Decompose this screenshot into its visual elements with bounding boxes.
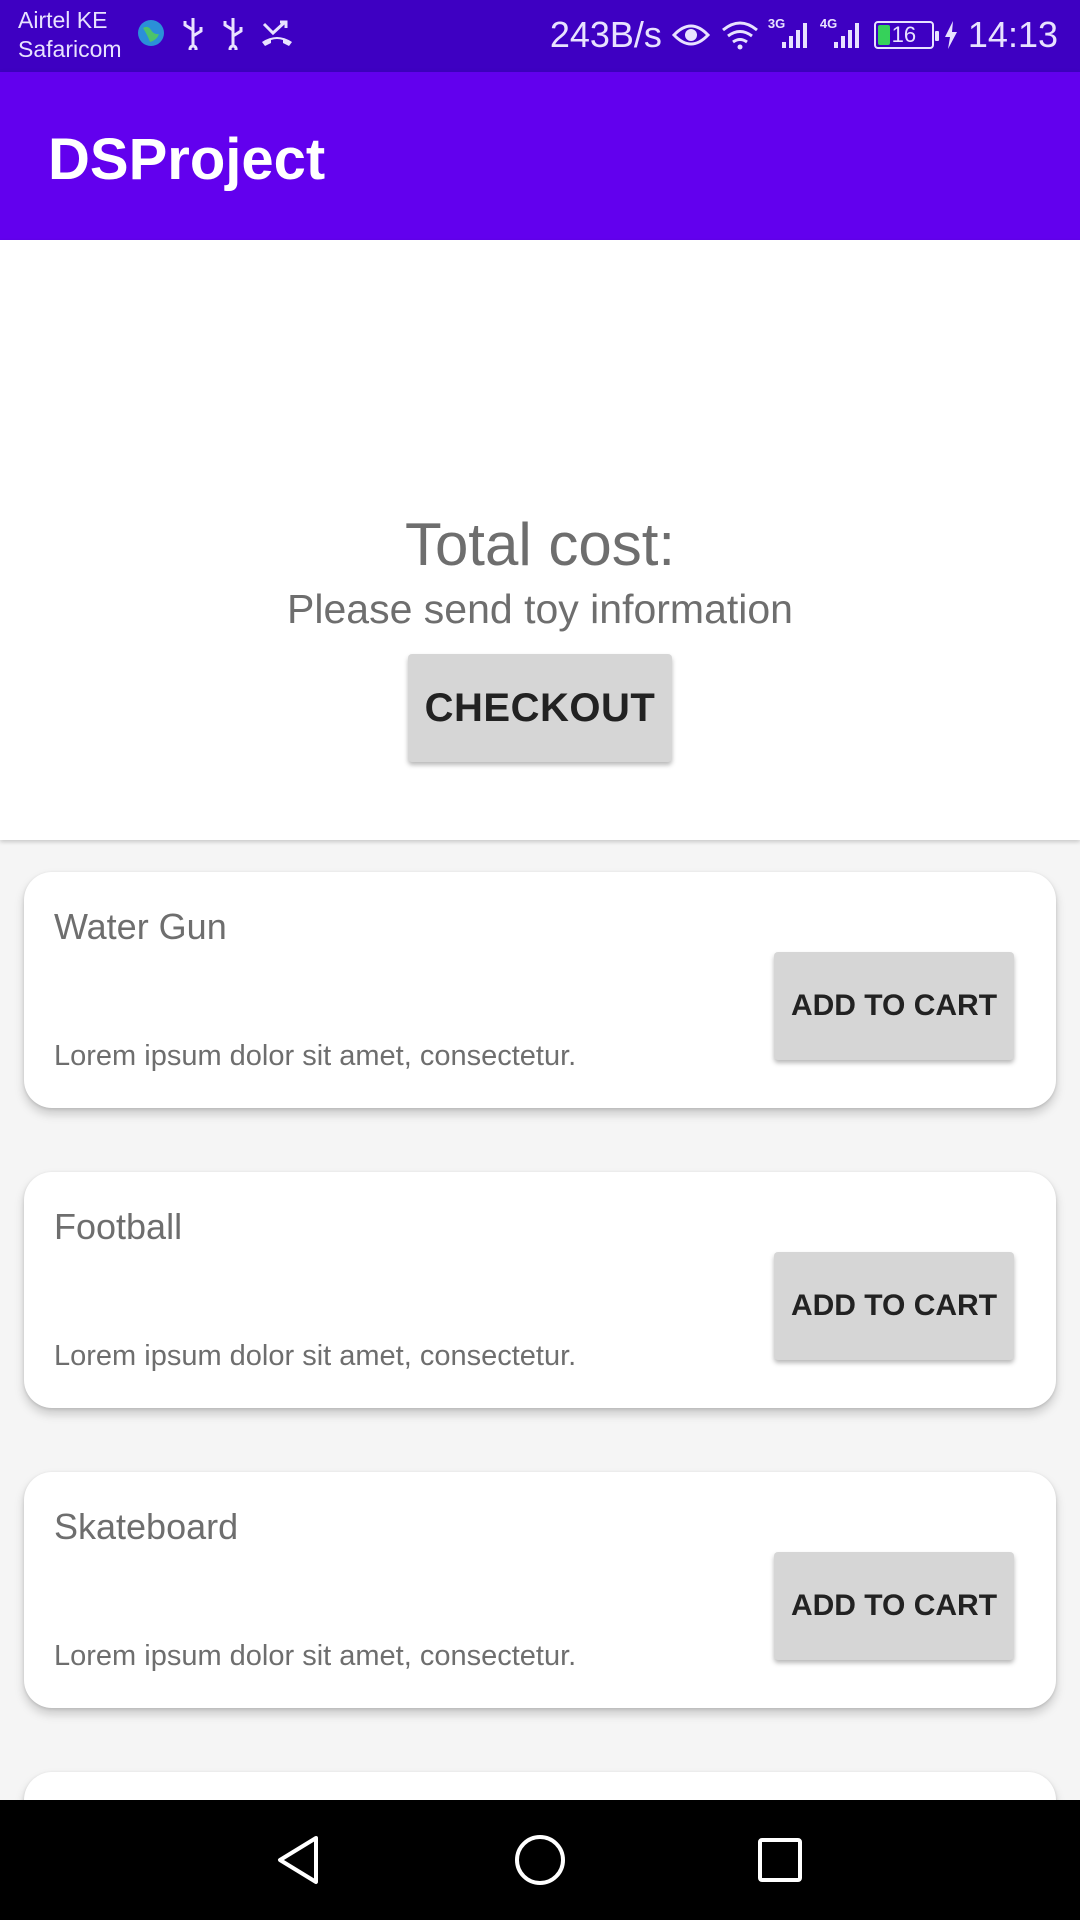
add-to-cart-button[interactable]: ADD TO CART: [774, 952, 1014, 1060]
item-name: Football: [54, 1206, 183, 1247]
list-item: Skateboard Lorem ipsum dolor sit amet, c…: [24, 1472, 1056, 1708]
item-name: Skateboard: [54, 1506, 239, 1547]
add-to-cart-button[interactable]: ADD TO CART: [774, 1552, 1014, 1660]
total-cost-label: Total cost:: [404, 511, 676, 578]
signal-icon: 3G: [768, 16, 812, 50]
carrier-names: Airtel KE Safaricom: [18, 6, 122, 64]
missed-call-icon: [260, 18, 294, 48]
eye-icon: [671, 21, 710, 49]
app-title: DSProject: [48, 127, 326, 192]
checkout-button[interactable]: CHECKOUT: [408, 654, 672, 762]
toy-info-text: Please send toy information: [287, 586, 793, 632]
clock: 14:13: [967, 14, 1058, 55]
toy-list[interactable]: Water Gun Lorem ipsum dolor sit amet, co…: [0, 840, 1080, 1800]
carrier-1: Airtel KE: [18, 7, 108, 33]
net-speed: 243B/s: [549, 14, 662, 55]
signal-icon: 4G: [820, 16, 864, 50]
globe-icon: [136, 18, 166, 48]
cart-summary-panel: Total cost: Please send toy information …: [0, 240, 1080, 840]
battery-icon: 16: [873, 21, 939, 49]
list-item: Water Gun Lorem ipsum dolor sit amet, co…: [24, 872, 1056, 1108]
item-name: Water Gun: [54, 906, 227, 947]
list-item: [24, 1772, 1056, 1800]
home-icon[interactable]: [510, 1830, 570, 1895]
network-3g-label: 3G: [767, 16, 786, 31]
network-4g-label: 4G: [819, 16, 838, 31]
navigation-bar: [0, 1800, 1080, 1920]
status-bar: Airtel KE Safaricom 243B/s 3G 4G 16 14:1…: [0, 0, 1080, 72]
carrier-2: Safaricom: [18, 36, 122, 62]
usb-icon: [180, 16, 206, 50]
charging-icon: [944, 20, 958, 50]
usb-icon: [220, 16, 246, 50]
item-description: Lorem ipsum dolor sit amet, consectetur.: [54, 1040, 577, 1072]
battery-level: 16: [891, 22, 917, 47]
add-to-cart-button[interactable]: ADD TO CART: [774, 1252, 1014, 1360]
app-bar: DSProject: [0, 72, 1080, 240]
back-icon[interactable]: [270, 1830, 330, 1895]
recents-icon[interactable]: [750, 1830, 810, 1895]
item-description: Lorem ipsum dolor sit amet, consectetur.: [54, 1640, 577, 1672]
list-item: Football Lorem ipsum dolor sit amet, con…: [24, 1172, 1056, 1408]
item-description: Lorem ipsum dolor sit amet, consectetur.: [54, 1340, 577, 1372]
wifi-icon: [720, 20, 760, 50]
